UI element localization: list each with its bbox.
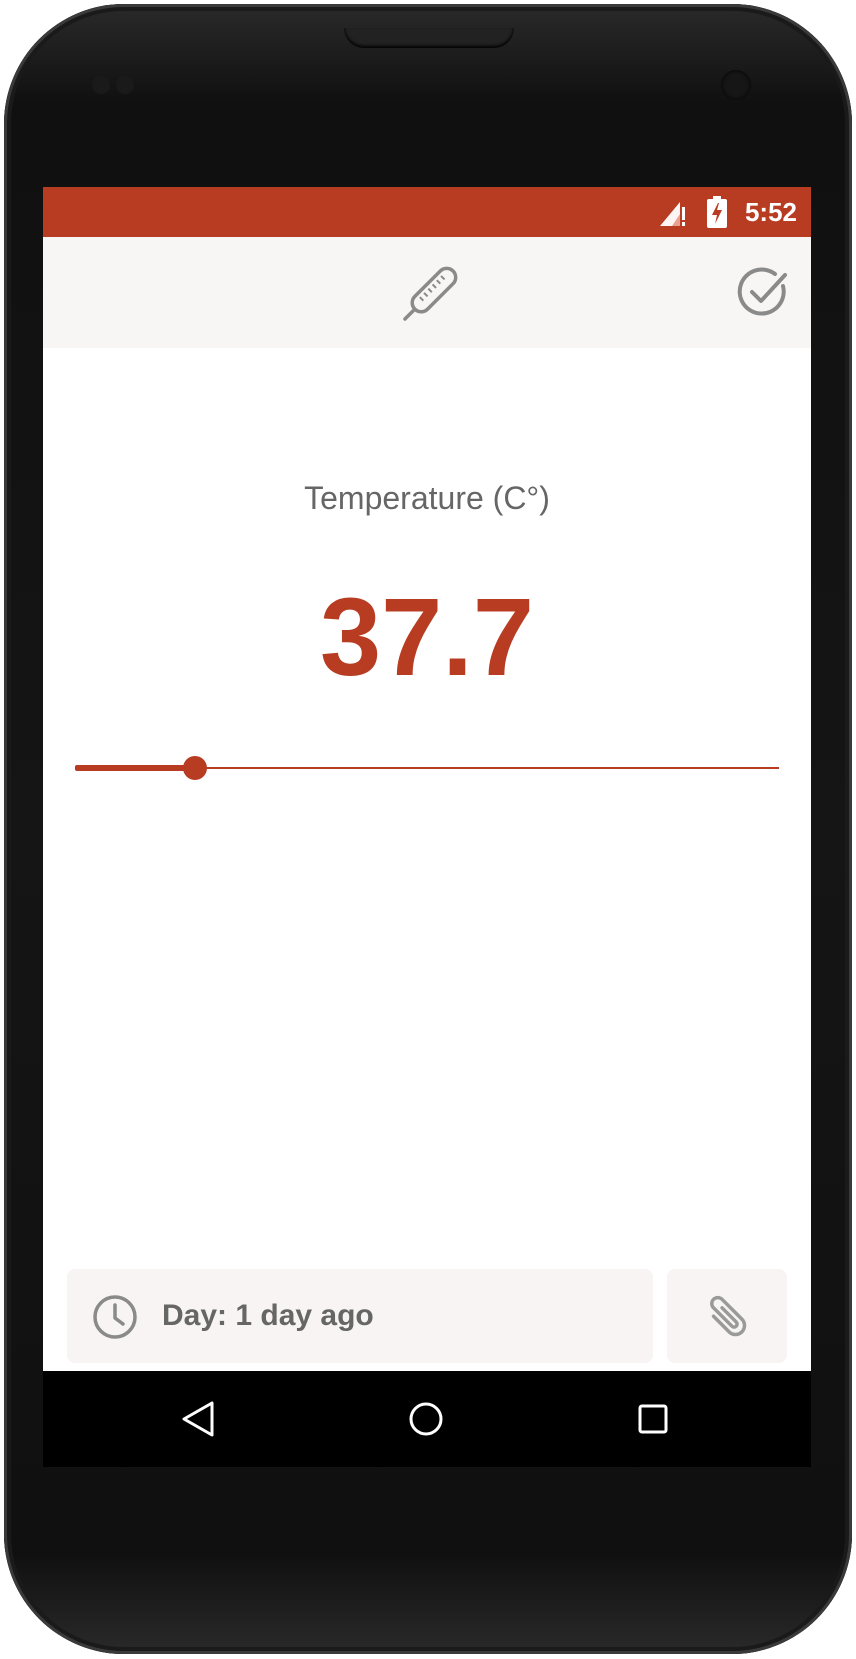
- home-icon[interactable]: [406, 1399, 446, 1439]
- paperclip-icon: [710, 1295, 747, 1337]
- front-camera: [721, 70, 751, 100]
- thermometer-icon[interactable]: [393, 259, 465, 331]
- slider-thumb[interactable]: [182, 756, 207, 780]
- earpiece-speaker: [344, 28, 514, 48]
- status-bar: 5:52: [43, 187, 811, 237]
- measurement-value: 37.7: [319, 576, 535, 699]
- status-time: 5:52: [744, 197, 797, 227]
- slider-fill: [75, 765, 195, 771]
- attach-button[interactable]: [667, 1269, 787, 1363]
- measurement-label: Temperature (C°): [304, 480, 550, 516]
- clock-icon: [93, 1295, 137, 1339]
- bottom-actions: Day: 1 day ago: [43, 1261, 811, 1371]
- screen: 5:52 Temperature (C°) 37.7 Day: 1 day ag…: [43, 187, 811, 1467]
- day-label: Day: 1 day ago: [162, 1299, 374, 1332]
- recents-icon[interactable]: [633, 1399, 673, 1439]
- light-sensor: [116, 76, 134, 94]
- signal-alert-icon: [660, 202, 685, 226]
- measurement-content: Temperature (C°) 37.7: [43, 348, 811, 1348]
- battery-charging-icon: [707, 196, 727, 228]
- temperature-slider[interactable]: [75, 748, 779, 788]
- done-check-icon[interactable]: [735, 264, 791, 320]
- back-icon[interactable]: [179, 1399, 219, 1439]
- toolbar: [43, 237, 811, 348]
- day-selector-button[interactable]: Day: 1 day ago: [67, 1269, 653, 1363]
- navigation-bar: [43, 1371, 811, 1467]
- proximity-sensor: [92, 76, 110, 94]
